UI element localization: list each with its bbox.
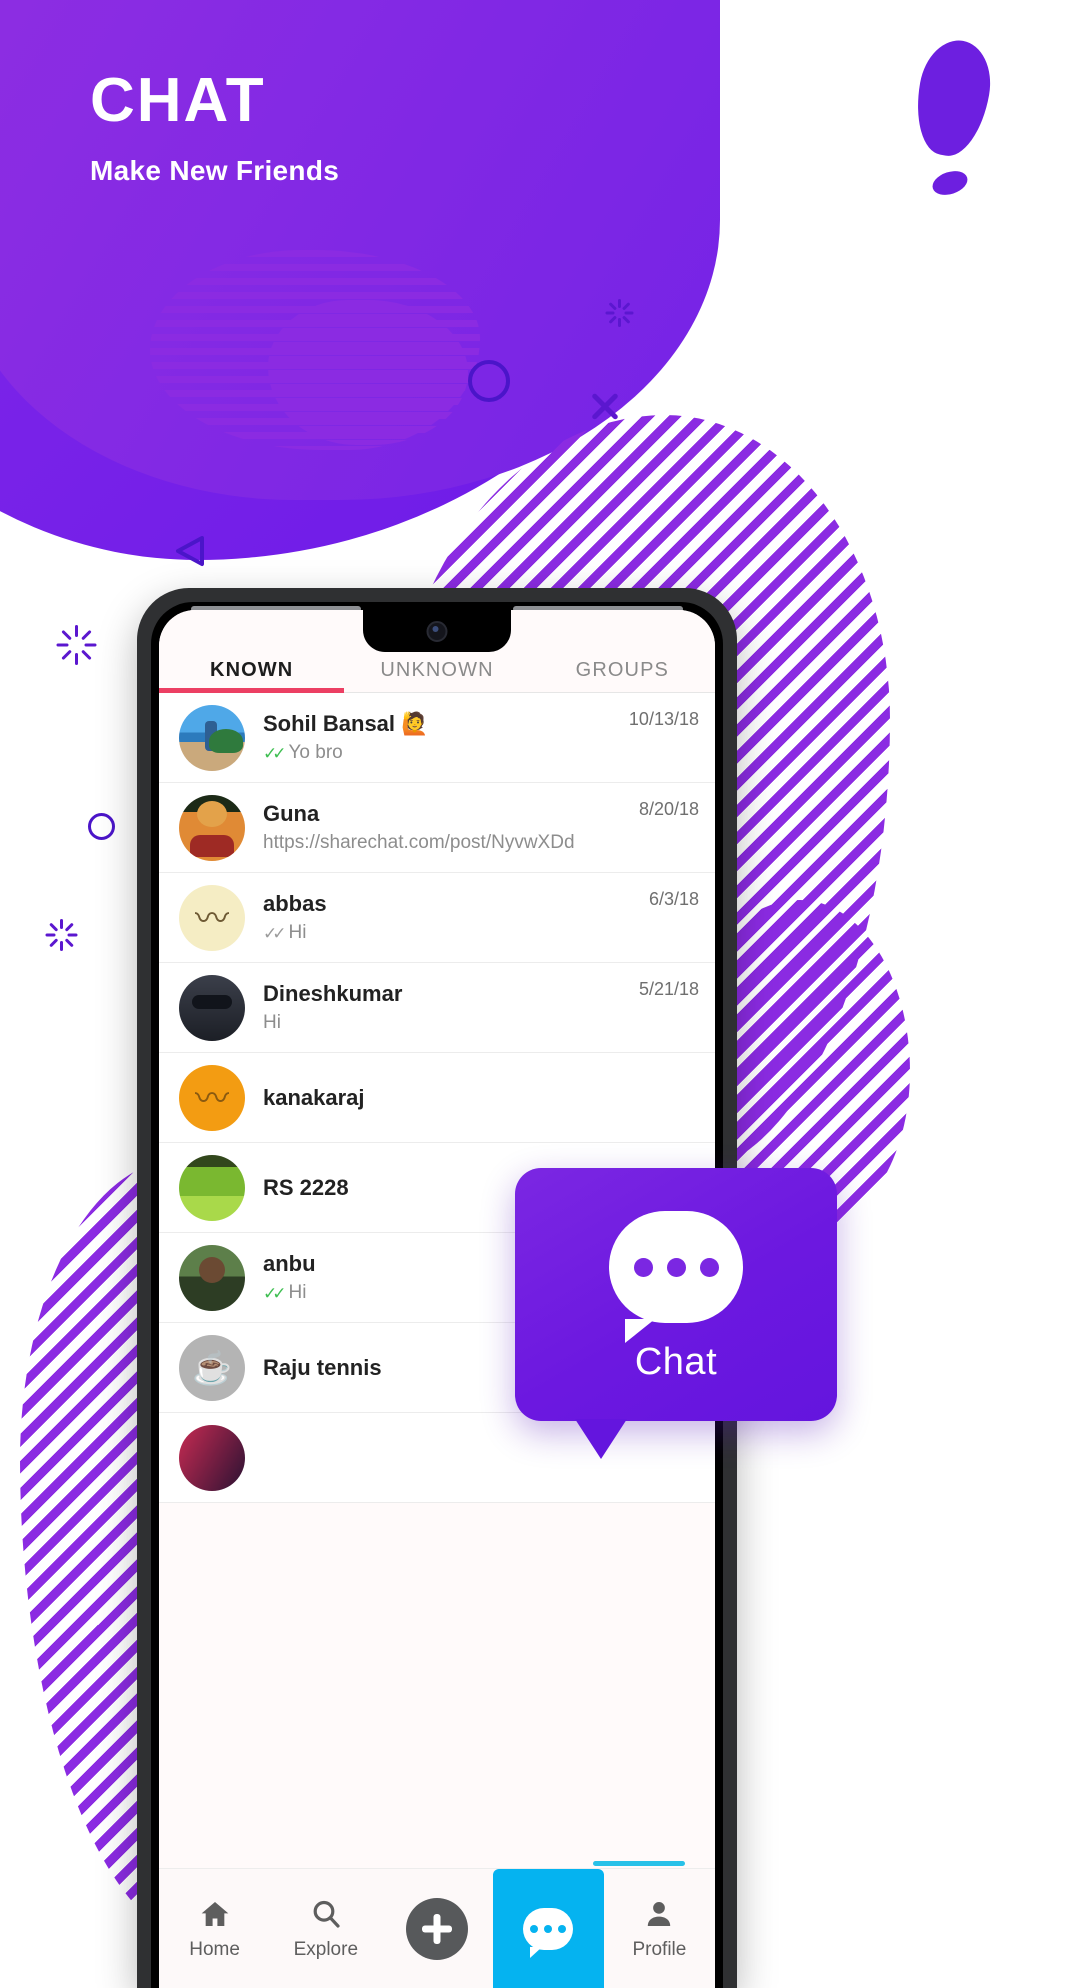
mustache-icon: 〰 bbox=[195, 899, 229, 938]
avatar: ☕ bbox=[179, 1334, 245, 1401]
message-preview: Hi bbox=[263, 1012, 639, 1034]
tab-unknown-label: UNKNOWN bbox=[380, 658, 494, 681]
avatar bbox=[179, 794, 245, 861]
page-subtitle: Make New Friends bbox=[90, 155, 340, 187]
tab-known-label: KNOWN bbox=[210, 658, 294, 681]
list-item-meta: abbas ✓✓ Hi bbox=[263, 891, 649, 944]
circle-outline-icon-left bbox=[88, 813, 115, 840]
chat-icon bbox=[523, 1907, 574, 1958]
list-item[interactable]: Dineshkumar Hi 5/21/18 bbox=[159, 963, 715, 1053]
list-item[interactable] bbox=[159, 1413, 715, 1503]
exclamation-dot-small bbox=[929, 166, 971, 200]
double-check-icon: ✓✓ bbox=[263, 743, 286, 763]
chat-callout-label: Chat bbox=[634, 1341, 718, 1383]
contact-name: abbas bbox=[263, 891, 327, 916]
page-title: CHAT bbox=[90, 66, 266, 135]
contact-name: Sohil Bansal 🙋 bbox=[263, 711, 429, 736]
nav-item-home-label: Home bbox=[189, 1939, 240, 1960]
list-item-meta: Guna https://sharechat.com/post/NyvwXDd bbox=[263, 801, 639, 854]
nav-item-chat[interactable] bbox=[492, 1869, 604, 1988]
message-text: Yo bro bbox=[288, 742, 343, 763]
list-item[interactable]: Sohil Bansal 🙋 ✓✓ Yo bro 10/13/18 bbox=[159, 693, 715, 783]
avatar bbox=[179, 704, 245, 771]
search-icon bbox=[310, 1898, 342, 1930]
avatar bbox=[179, 1244, 245, 1311]
tab-groups-label: GROUPS bbox=[575, 658, 669, 681]
front-camera-icon bbox=[426, 621, 448, 642]
timestamp: 5/21/18 bbox=[638, 979, 699, 999]
chat-bubble-icon bbox=[609, 1211, 743, 1343]
avatar: 〰 bbox=[179, 1064, 245, 1131]
chat-callout-card[interactable]: Chat bbox=[515, 1168, 837, 1459]
striped-blob-two bbox=[268, 300, 468, 445]
message-preview: ✓✓ Yo bro bbox=[263, 742, 629, 764]
tab-groups[interactable]: GROUPS bbox=[530, 658, 715, 682]
triangle-outline-icon bbox=[176, 536, 204, 566]
nav-item-profile-label: Profile bbox=[632, 1939, 687, 1960]
message-preview: ✓✓ Hi bbox=[263, 922, 649, 944]
avatar bbox=[179, 1424, 245, 1491]
avatar: 〰 bbox=[179, 884, 245, 951]
phone-notch bbox=[363, 610, 511, 652]
hero-text-block: CHAT Make New Friends bbox=[90, 68, 339, 187]
home-icon bbox=[198, 1898, 232, 1930]
scroll-indicator bbox=[593, 1861, 685, 1866]
cup-icon: ☕ bbox=[192, 1349, 232, 1386]
plus-icon bbox=[406, 1897, 468, 1960]
double-check-icon: ✓✓ bbox=[263, 1283, 286, 1303]
double-check-icon: ✓✓ bbox=[263, 923, 286, 943]
exclamation-dot-large bbox=[908, 34, 998, 162]
list-item-meta: Dineshkumar Hi bbox=[263, 981, 639, 1034]
contact-name: kanakaraj bbox=[263, 1084, 365, 1110]
mustache-icon: 〰 bbox=[195, 1079, 229, 1118]
nav-item-profile[interactable]: Profile bbox=[604, 1869, 715, 1988]
bottom-navigation-bar: Home Explore Profile bbox=[159, 1868, 715, 1988]
circle-outline-icon-top bbox=[468, 360, 510, 402]
nav-item-explore-label: Explore bbox=[293, 1939, 359, 1960]
nav-item-home[interactable]: Home bbox=[159, 1869, 270, 1988]
message-text: Hi bbox=[263, 1012, 281, 1033]
person-icon bbox=[643, 1898, 675, 1930]
list-item-meta: Sohil Bansal 🙋 ✓✓ Yo bro bbox=[263, 711, 629, 764]
avatar bbox=[179, 974, 245, 1041]
message-text: Hi bbox=[288, 1282, 307, 1303]
timestamp: 8/20/18 bbox=[638, 799, 699, 819]
list-item-meta: kanakaraj bbox=[263, 1085, 699, 1111]
nav-item-explore[interactable]: Explore bbox=[270, 1869, 381, 1988]
list-item[interactable]: Guna https://sharechat.com/post/NyvwXDd … bbox=[159, 783, 715, 873]
list-item[interactable]: 〰 kanakaraj bbox=[159, 1053, 715, 1143]
contact-name: Dineshkumar bbox=[263, 981, 403, 1006]
x-mark-icon bbox=[588, 390, 622, 424]
contact-name: Guna bbox=[263, 801, 320, 826]
list-item[interactable]: 〰 abbas ✓✓ Hi 6/3/18 bbox=[159, 873, 715, 963]
timestamp: 6/3/18 bbox=[648, 889, 699, 909]
message-text: Hi bbox=[288, 922, 307, 943]
tab-unknown[interactable]: UNKNOWN bbox=[344, 658, 529, 682]
tab-known[interactable]: KNOWN bbox=[159, 658, 345, 693]
nav-item-add[interactable] bbox=[381, 1869, 492, 1988]
message-preview: https://sharechat.com/post/NyvwXDd bbox=[263, 832, 639, 854]
avatar bbox=[179, 1154, 245, 1221]
message-text: https://sharechat.com/post/NyvwXDd bbox=[263, 832, 575, 853]
timestamp: 10/13/18 bbox=[628, 709, 699, 729]
